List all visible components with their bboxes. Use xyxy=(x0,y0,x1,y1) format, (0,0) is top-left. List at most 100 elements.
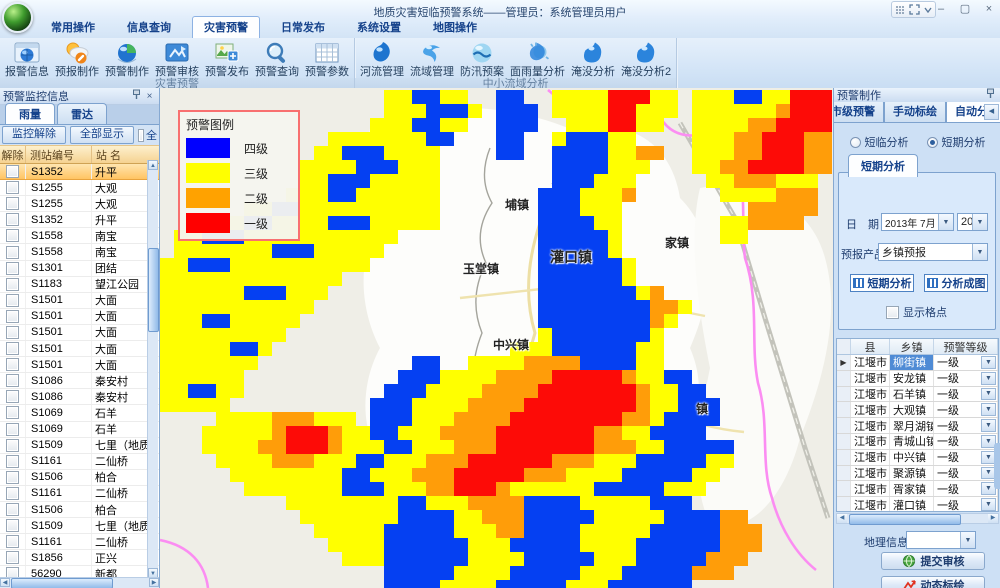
release-checkbox[interactable] xyxy=(6,390,19,403)
release-checkbox[interactable] xyxy=(6,229,19,242)
ribbon-button-warning-make[interactable]: 预警制作 xyxy=(102,39,152,78)
dropdown-arrow-icon[interactable]: ▼ xyxy=(981,498,996,511)
station-row[interactable]: S1501大面 xyxy=(0,341,159,357)
ribbon-button-area-rain[interactable]: 面雨量分析 xyxy=(507,39,568,78)
maximize-button[interactable]: ▢ xyxy=(958,4,972,14)
dropdown-arrow-icon[interactable]: ▼ xyxy=(981,356,996,369)
ribbon-button-alarm-info[interactable]: 报警信息 xyxy=(2,39,52,78)
station-row[interactable]: S1352升平 xyxy=(0,212,159,228)
station-row[interactable]: S1069石羊 xyxy=(0,422,159,438)
warning-panel-tab[interactable]: 市级预警 xyxy=(834,102,884,122)
release-monitor-button[interactable]: 监控解除 xyxy=(2,126,66,144)
hscroll-thumb[interactable] xyxy=(849,514,961,525)
town-cell[interactable]: 灌口镇 xyxy=(890,497,934,512)
town-cell[interactable]: 大观镇 xyxy=(890,402,934,417)
town-row[interactable]: 江堰市胥家镇一级▼ xyxy=(837,481,998,497)
menu-tab[interactable]: 系统设置 xyxy=(346,17,412,38)
release-checkbox[interactable] xyxy=(6,262,19,275)
map-view[interactable]: 埔镇玉堂镇灌口镇家镇中兴镇镇 预警图例 四级三级二级一级 xyxy=(160,88,833,588)
hscroll-thumb[interactable] xyxy=(11,578,113,588)
warning-level-cell[interactable]: 一级▼ xyxy=(934,450,998,465)
town-row[interactable]: 江堰市青城山镇一级▼ xyxy=(837,434,998,450)
station-row[interactable]: S1501大面 xyxy=(0,309,159,325)
show-gridpoints-checkbox[interactable]: 显示格点 xyxy=(886,304,947,320)
scroll-right-icon[interactable]: ▶ xyxy=(149,578,159,587)
release-checkbox[interactable] xyxy=(6,278,19,291)
release-checkbox[interactable] xyxy=(6,503,19,516)
town-row[interactable]: 江堰市中兴镇一级▼ xyxy=(837,450,998,466)
town-row[interactable]: 江堰市大观镇一级▼ xyxy=(837,402,998,418)
release-checkbox[interactable] xyxy=(6,358,19,371)
column-warning-level[interactable]: 预警等级 xyxy=(934,339,998,354)
station-row[interactable]: S1069石羊 xyxy=(0,405,159,421)
column-station-name[interactable]: 站 名 xyxy=(92,146,150,163)
station-row[interactable]: S1501大面 xyxy=(0,325,159,341)
app-orb-icon[interactable] xyxy=(2,2,33,33)
town-row[interactable]: 江堰市聚源镇一级▼ xyxy=(837,466,998,482)
station-row[interactable]: S1558南宝 xyxy=(0,244,159,260)
station-row[interactable]: S1856正兴 xyxy=(0,550,159,566)
dropdown-arrow-icon[interactable]: ▼ xyxy=(981,372,996,385)
hour-picker[interactable]: 20 ▼ xyxy=(957,213,988,231)
release-checkbox[interactable] xyxy=(6,551,19,564)
release-checkbox[interactable] xyxy=(6,213,19,226)
collapsed-panel-handle[interactable] xyxy=(994,443,1000,489)
date-picker[interactable]: 2013年 7月 8日 ▼ xyxy=(881,213,954,231)
release-checkbox[interactable] xyxy=(6,406,19,419)
release-checkbox[interactable] xyxy=(6,326,19,339)
dropdown-arrow-icon[interactable]: ▼ xyxy=(938,214,953,230)
close-icon[interactable]: × xyxy=(143,90,156,103)
column-station-id[interactable]: 测站编号 xyxy=(26,146,92,163)
town-row[interactable]: 江堰市石羊镇一级▼ xyxy=(837,387,998,403)
station-table-vscrollbar[interactable]: ▲ ▼ xyxy=(147,160,158,578)
town-row[interactable]: 江堰市安龙镇一级▼ xyxy=(837,371,998,387)
ribbon-button-forecast-make[interactable]: 预报制作 xyxy=(52,39,102,78)
station-row[interactable]: S1506柏合 xyxy=(0,502,159,518)
analysis-mode-radio[interactable]: 短期分析 xyxy=(927,134,986,150)
warning-level-cell[interactable]: 一级▼ xyxy=(934,355,998,370)
station-row[interactable]: S1255大观 xyxy=(0,180,159,196)
warning-level-cell[interactable]: 一级▼ xyxy=(934,371,998,386)
warning-level-cell[interactable]: 一级▼ xyxy=(934,497,998,512)
release-checkbox[interactable] xyxy=(6,439,19,452)
station-row[interactable]: S1161二仙桥 xyxy=(0,454,159,470)
pin-icon[interactable] xyxy=(130,89,143,104)
column-county[interactable]: 县 xyxy=(851,339,890,354)
ribbon-button-flood-plan[interactable]: 防汛预案 xyxy=(457,39,507,78)
town-table-hscrollbar[interactable]: ◀ ▶ xyxy=(836,513,999,524)
warning-level-cell[interactable]: 一级▼ xyxy=(934,418,998,433)
geo-info-select[interactable]: ▼ xyxy=(906,531,976,549)
column-town[interactable]: 乡镇 xyxy=(890,339,934,354)
dropdown-arrow-icon[interactable]: ▼ xyxy=(960,532,975,548)
release-checkbox[interactable] xyxy=(6,471,19,484)
scroll-left-icon[interactable]: ◀ xyxy=(0,578,10,587)
ribbon-button-warning-params[interactable]: 预警参数 xyxy=(302,39,352,78)
ribbon-button-basin-manage[interactable]: 流域管理 xyxy=(407,39,457,78)
column-release[interactable]: 解除 xyxy=(0,146,26,163)
dots-grid-icon[interactable] xyxy=(895,5,905,15)
town-cell[interactable]: 中兴镇 xyxy=(890,450,934,465)
release-checkbox[interactable] xyxy=(6,310,19,323)
dropdown-arrow-icon[interactable]: ▼ xyxy=(981,419,996,432)
close-button[interactable]: × xyxy=(982,4,996,14)
release-checkbox[interactable] xyxy=(6,423,19,436)
tab-short-term-analysis[interactable]: 短期分析 xyxy=(848,154,918,177)
town-cell[interactable]: 胥家镇 xyxy=(890,481,934,496)
town-cell[interactable]: 翠月湖镇 xyxy=(890,418,934,433)
menu-tab[interactable]: 灾害预警 xyxy=(192,16,260,38)
town-row[interactable]: 江堰市灌口镇一级▼ xyxy=(837,497,998,512)
station-row[interactable]: S1501大面 xyxy=(0,357,159,373)
pin-icon[interactable] xyxy=(984,88,997,103)
dropdown-arrow-icon[interactable]: ▼ xyxy=(981,388,996,401)
quick-access-toolbar[interactable] xyxy=(891,1,936,18)
station-row[interactable]: S1161二仙桥 xyxy=(0,534,159,550)
menu-tab[interactable]: 常用操作 xyxy=(40,17,106,38)
scroll-up-icon[interactable]: ▲ xyxy=(148,160,158,170)
menu-tab[interactable]: 日常发布 xyxy=(270,17,336,38)
town-row[interactable]: ▶江堰市柳街镇一级▼ xyxy=(837,355,998,371)
release-checkbox[interactable] xyxy=(6,455,19,468)
analysis-to-map-button[interactable]: 分析成图 xyxy=(924,274,988,292)
town-cell[interactable]: 青城山镇 xyxy=(890,434,934,449)
scroll-right-icon[interactable]: ▶ xyxy=(988,514,998,523)
release-checkbox[interactable] xyxy=(6,519,19,532)
